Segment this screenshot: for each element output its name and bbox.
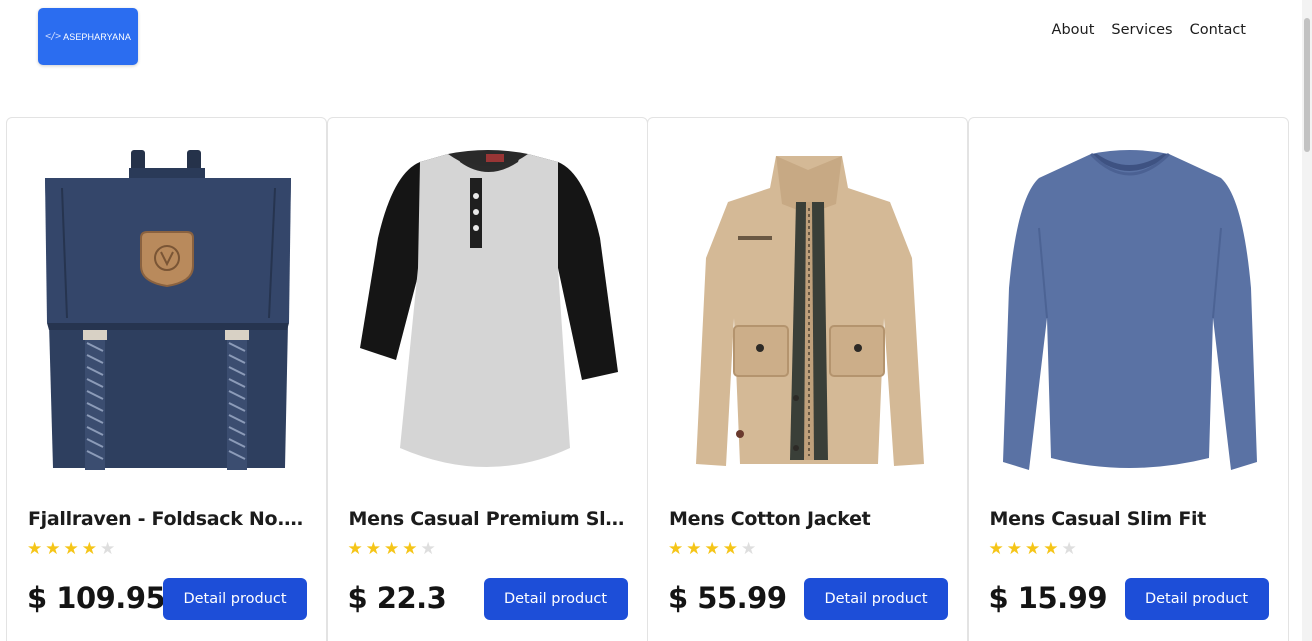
star-filled-icon: ★	[668, 539, 684, 559]
star-filled-icon: ★	[704, 539, 720, 559]
star-empty-icon: ★	[100, 539, 116, 559]
product-card: Fjallraven - Foldsack No. 1 Backpack ★★★…	[6, 117, 327, 641]
star-filled-icon: ★	[81, 539, 97, 559]
code-icon: </>	[45, 31, 61, 42]
product-title[interactable]: Mens Casual Premium Slim Fit T-Shirts	[349, 508, 629, 530]
product-grid: Fjallraven - Foldsack No. 1 Backpack ★★★…	[6, 117, 1289, 641]
star-filled-icon: ★	[63, 539, 79, 559]
product-card: Mens Casual Slim Fit ★ ★ ★ ★ ★ $ 15.99 Detai…	[967, 117, 1289, 641]
star-filled-icon: ★	[384, 539, 400, 559]
nav-contact-link[interactable]: Contact	[1190, 22, 1246, 38]
product-price: $ 55.99	[668, 581, 787, 615]
main-nav: About Services Contact	[1052, 22, 1246, 38]
star-filled-icon: ★	[45, 539, 61, 559]
detail-product-button[interactable]: Detail product	[1124, 578, 1269, 620]
star-filled-icon: ★	[402, 539, 418, 559]
rating-stars: ★ ★ ★ ★ ★	[989, 541, 1077, 558]
detail-product-button[interactable]: Detail product	[483, 578, 628, 620]
product-card: Mens Casual Premium Slim Fit T-Shirts ★★…	[326, 117, 648, 641]
star-filled-icon: ★	[722, 539, 738, 559]
star-filled-icon: ★	[365, 539, 381, 559]
logo-text: ASEPHARYANA	[63, 31, 131, 42]
page: </> ASEPHARYANA About Services Contact F…	[0, 0, 1312, 641]
rating-stars: ★ ★ ★ ★ ★	[668, 541, 756, 558]
cotton-jacket-image[interactable]	[678, 148, 940, 474]
star-filled-icon: ★	[1006, 539, 1022, 559]
detail-product-button[interactable]: Detail product	[804, 578, 948, 620]
star-empty-icon: ★	[420, 539, 436, 559]
detail-product-button[interactable]: Detail product	[163, 578, 307, 620]
nav-services-link[interactable]: Services	[1111, 22, 1172, 38]
logo[interactable]: </> ASEPHARYANA	[38, 8, 138, 65]
star-empty-icon: ★	[1061, 539, 1077, 559]
star-filled-icon: ★	[1025, 539, 1041, 559]
raglan-tshirt-image[interactable]	[358, 148, 620, 474]
site-header: </> ASEPHARYANA About Services Contact	[0, 0, 1300, 90]
product-price: $ 15.99	[988, 581, 1108, 615]
product-title[interactable]: Mens Casual Slim Fit	[990, 508, 1270, 530]
page-scrollbar[interactable]	[1302, 0, 1312, 641]
star-filled-icon: ★	[27, 539, 43, 559]
star-empty-icon: ★	[741, 539, 757, 559]
product-card: Mens Cotton Jacket ★ ★ ★ ★ ★ $ 55.99 Detail …	[647, 117, 968, 641]
star-filled-icon: ★	[686, 539, 702, 559]
rating-stars: ★ ★ ★ ★ ★	[348, 541, 436, 558]
backpack-image[interactable]	[37, 148, 299, 474]
star-filled-icon: ★	[988, 539, 1004, 559]
scrollbar-thumb[interactable]	[1304, 18, 1310, 152]
rating-stars: ★ ★ ★ ★ ★	[27, 541, 115, 558]
star-filled-icon: ★	[347, 539, 363, 559]
product-title[interactable]: Fjallraven - Foldsack No. 1 Backpack	[28, 508, 308, 530]
product-title[interactable]: Mens Cotton Jacket	[669, 508, 949, 530]
longsleeve-shirt-image[interactable]	[999, 148, 1261, 474]
star-filled-icon: ★	[1043, 539, 1059, 559]
product-price: $ 109.95	[27, 581, 166, 615]
product-price: $ 22.3	[347, 581, 447, 615]
nav-about-link[interactable]: About	[1052, 22, 1095, 38]
